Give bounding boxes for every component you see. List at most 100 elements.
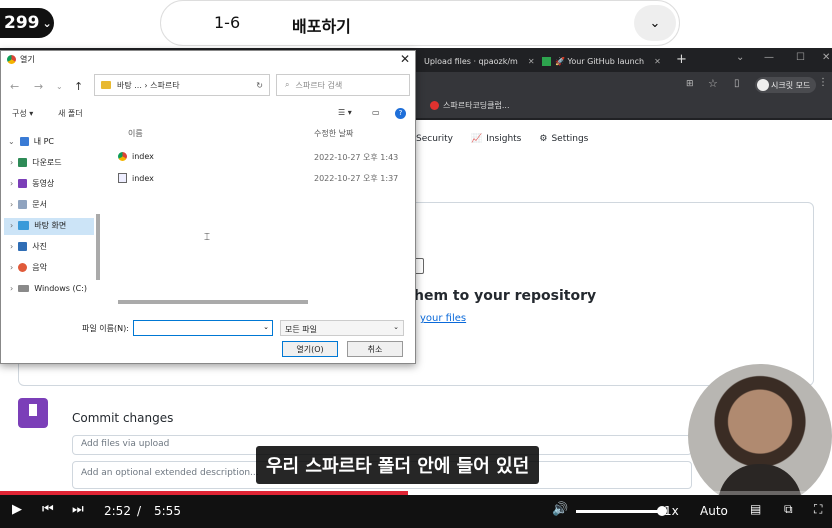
webcam-overlay <box>688 364 832 508</box>
chevron-down-icon[interactable]: ⌄ <box>56 82 63 91</box>
close-icon[interactable]: ✕ <box>822 52 830 63</box>
chevron-down-icon: ⌄ <box>42 16 52 30</box>
incognito-icon <box>757 79 769 91</box>
incognito-profile[interactable]: 시크릿 모드 <box>755 77 817 93</box>
dialog-sidebar: ⌄ 내 PC › 다운로드 › 동영상 › 문서 › 바탕 화면 › 사진 › 음악 › Win… <box>2 122 102 308</box>
preview-pane-icon[interactable]: ▭ <box>372 108 380 117</box>
search-input[interactable]: ⌕ 스파르타 검색 <box>276 74 410 96</box>
time-separator: / <box>137 504 142 518</box>
file-date: 2022-10-27 오후 1:43 <box>314 153 399 162</box>
list-item[interactable]: index <box>118 173 154 183</box>
skip-back-icon[interactable]: ⏮ <box>42 502 54 517</box>
profile-label: 시크릿 모드 <box>771 80 811 90</box>
close-icon[interactable]: ✕ <box>400 52 410 66</box>
filename-input[interactable]: ⌄ <box>133 320 273 336</box>
mouse-cursor-icon: ⌶ <box>204 232 210 243</box>
lesson-dropdown-button[interactable]: ⌄ <box>634 5 676 41</box>
column-header-date[interactable]: 수정한 날짜 <box>314 128 353 139</box>
list-item[interactable]: index <box>118 152 154 161</box>
chevron-right-icon: › <box>10 179 14 188</box>
repo-nav-settings[interactable]: ⚙ Settings <box>539 134 588 144</box>
play-icon[interactable]: ▶ <box>12 502 22 517</box>
sidebar-label: 동영상 <box>32 179 55 188</box>
sidebar-label: 음악 <box>32 263 47 272</box>
sidebar-icon[interactable]: ▯ <box>734 78 740 89</box>
pc-icon <box>19 137 29 146</box>
sidebar-label: Windows (C:) <box>34 284 87 293</box>
chevron-down-icon: ⌄ <box>393 323 399 331</box>
file-name: index <box>132 173 154 183</box>
chevron-right-icon: › <box>10 263 14 272</box>
sidebar-item-pictures[interactable]: › 사진 <box>10 241 47 252</box>
fullscreen-icon[interactable]: ⛶ <box>814 502 822 517</box>
chevron-down-icon[interactable]: ⌄ <box>736 52 744 63</box>
sidebar-label: 내 PC <box>33 137 55 146</box>
tab-title: 🚀 Your GitHub launch <box>555 56 645 66</box>
repo-nav: Security 📈 Insights ⚙ Settings <box>416 134 588 144</box>
forward-arrow-icon[interactable]: → <box>34 80 43 93</box>
sidebar-item-this-pc[interactable]: ⌄ 내 PC <box>8 136 54 147</box>
open-button[interactable]: 열기(O) <box>282 341 338 357</box>
back-arrow-icon[interactable]: ← <box>10 80 19 93</box>
music-icon <box>18 263 28 272</box>
volume-icon[interactable]: 🔊 <box>552 502 568 517</box>
file-name: index <box>132 152 154 161</box>
github-icon <box>542 56 551 66</box>
text-file-icon <box>118 173 127 183</box>
repo-nav-security[interactable]: Security <box>416 134 453 144</box>
chevron-down-icon: ⌄ <box>8 137 15 146</box>
sidebar-item-documents[interactable]: › 문서 <box>10 199 47 210</box>
close-icon[interactable]: ✕ <box>654 57 661 66</box>
column-header-name[interactable]: 이름 <box>128 128 143 139</box>
address-path: 바탕 ... › 스파르타 <box>117 80 180 90</box>
close-icon[interactable]: ✕ <box>528 57 535 66</box>
new-tab-button[interactable]: + <box>676 52 687 67</box>
pip-icon[interactable]: ⧉ <box>784 502 793 517</box>
horizontal-scrollbar[interactable] <box>118 300 308 304</box>
quality-setting[interactable]: Auto <box>700 504 728 518</box>
up-arrow-icon[interactable]: ↑ <box>74 80 83 93</box>
chevron-right-icon: › <box>10 284 14 293</box>
drop-zone-title: hem to your repository <box>414 288 597 304</box>
maximize-icon[interactable]: ☐ <box>796 52 805 63</box>
view-menu-icon[interactable]: ☰ ▾ <box>338 108 352 117</box>
file-type-filter[interactable]: 모든 파일 ⌄ <box>280 320 404 336</box>
repo-nav-insights[interactable]: 📈 Insights <box>471 134 521 144</box>
minimize-icon[interactable]: — <box>764 52 774 63</box>
refresh-icon[interactable]: ↻ <box>256 81 263 90</box>
sidebar-label: 사진 <box>32 242 47 251</box>
skip-forward-icon[interactable]: ⏭ <box>72 502 84 517</box>
cancel-button[interactable]: 취소 <box>347 341 403 357</box>
choose-files-link[interactable]: your files <box>420 313 466 324</box>
browser-tab[interactable]: Upload files · qpaozk/m ✕ <box>424 52 535 70</box>
sidebar-item-videos[interactable]: › 동영상 <box>10 178 54 189</box>
lesson-title: 배포하기 <box>292 17 351 36</box>
sidebar-item-downloads[interactable]: › 다운로드 <box>10 157 62 168</box>
commit-title: Commit changes <box>72 411 174 425</box>
organize-menu[interactable]: 구성 ▾ <box>12 108 33 119</box>
translate-icon[interactable]: ⊞ <box>686 79 694 89</box>
bookmark-item[interactable]: 스파르타코딩클럽... <box>430 100 510 111</box>
sidebar-item-windows-c[interactable]: › Windows (C:) <box>10 284 87 293</box>
help-icon[interactable]: ? <box>395 108 406 119</box>
sidebar-label: 다운로드 <box>32 158 62 167</box>
address-field[interactable]: 바탕 ... › 스파르타 ↻ <box>94 74 270 96</box>
video-subtitle: 우리 스파르타 폴더 안에 들어 있던 <box>256 446 540 484</box>
browser-tab[interactable]: 🚀 Your GitHub launch ✕ <box>542 52 661 70</box>
sidebar-item-desktop[interactable]: › 바탕 화면 <box>10 220 66 231</box>
chrome-icon <box>7 55 16 64</box>
new-folder-button[interactable]: 새 폴더 <box>58 108 83 119</box>
nav-label: Settings <box>551 134 589 144</box>
filter-value: 모든 파일 <box>285 325 317 334</box>
playback-speed[interactable]: 1x <box>664 504 679 518</box>
menu-icon[interactable]: ⋮ <box>818 77 828 88</box>
chevron-down-icon[interactable]: ⌄ <box>263 323 269 331</box>
duration: 5:55 <box>154 504 181 518</box>
sidebar-item-music[interactable]: › 음악 <box>10 262 47 273</box>
course-badge[interactable]: 299 ⌄ <box>0 8 54 38</box>
lesson-number: 1-6 <box>214 13 241 32</box>
dialog-title: 열기 <box>7 54 35 65</box>
star-icon[interactable]: ☆ <box>708 77 718 90</box>
captions-icon[interactable]: ▤ <box>750 502 761 516</box>
avatar <box>18 398 48 428</box>
